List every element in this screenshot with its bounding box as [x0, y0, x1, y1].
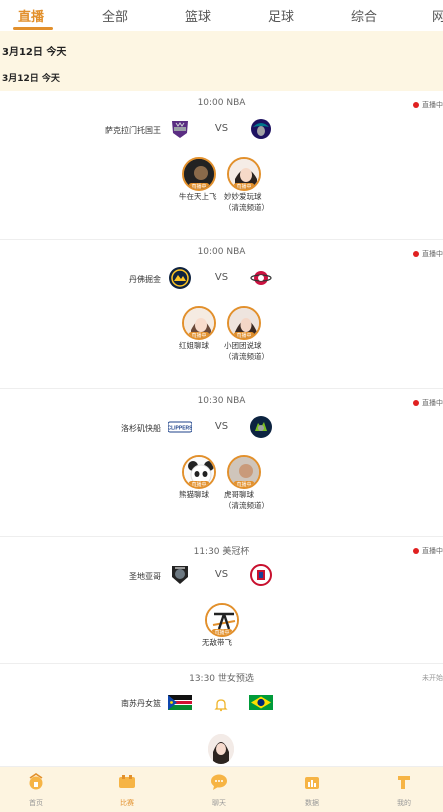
live-dot-icon — [413, 102, 419, 108]
match-status: 直播中 — [413, 398, 443, 408]
match-card[interactable]: 10:00 NBA 直播中 丹佛掘金 VS 直播中 红姐聊球 直播中 小团团说球… — [0, 240, 443, 389]
anchor-name: 妙妙爱玩球（清流频道） — [224, 192, 269, 212]
anchor-item[interactable]: 直播中 无敌带飞 — [200, 603, 244, 649]
tab-basketball[interactable]: 篮球 — [185, 6, 211, 25]
nav-home[interactable]: 首页 — [16, 773, 56, 808]
date-header: 3月12日 今天 3月12日 今天 — [0, 31, 443, 91]
match-card[interactable]: 10:30 NBA 直播中 洛杉矶快船 CLIPPERS VS 直播中 熊猫聊球 — [0, 389, 443, 537]
timberwolves-logo-icon — [250, 416, 272, 438]
match-card[interactable]: 10:00 NBA 直播中 萨克拉门托国王 VS 直播中 牛在天上飞 直播中 妙… — [0, 91, 443, 240]
anchor-list: 直播中 牛在天上飞 直播中 妙妙爱玩球（清流频道） — [0, 157, 443, 247]
bell-icon[interactable] — [214, 698, 228, 712]
anchor-avatar[interactable]: 直播中 — [227, 455, 261, 489]
anchor-name: 红姐聊球 — [179, 341, 209, 350]
anchor-avatar[interactable]: 直播中 — [182, 157, 216, 191]
bottom-nav: 首页 比赛 聊天 数据 我的 — [0, 766, 443, 812]
tab-tennis[interactable]: 网 — [432, 6, 443, 25]
match-status-label: 直播中 — [422, 250, 443, 258]
anchor-item[interactable]: 直播中 小团团说球（清流频道） — [222, 306, 269, 363]
active-tab-indicator — [13, 27, 53, 30]
live-dot-icon — [413, 548, 419, 554]
vs-label: VS — [214, 123, 229, 134]
app-root: 直播 全部 篮球 足球 综合 网 3月12日 今天 3月12日 今天 10:00… — [0, 0, 443, 812]
anchor-item[interactable]: 直播中 熊猫聊球 — [177, 455, 221, 501]
anchor-avatar[interactable] — [208, 734, 234, 764]
vs-label: VS — [214, 272, 229, 283]
match-time-league: 10:00 NBA — [197, 247, 246, 257]
anchor-list: 直播中 熊猫聊球 直播中 虎哥聊球（清流频道） — [0, 455, 443, 545]
anchor-name: 牛在天上飞 — [179, 192, 217, 201]
anchor-item[interactable]: 直播中 妙妙爱玩球（清流频道） — [222, 157, 269, 214]
match-status: 未开始 — [422, 673, 443, 683]
date-label-secondary: 3月12日 今天 — [2, 74, 60, 84]
anchor-name: 小团团说球（清流频道） — [224, 341, 269, 361]
vs-label: VS — [214, 421, 229, 432]
match-status: 直播中 — [413, 546, 443, 556]
live-dot-icon — [413, 251, 419, 257]
home-icon — [29, 773, 43, 790]
anchor-photo-icon — [208, 734, 234, 764]
anchor-name: 熊猫聊球 — [179, 490, 209, 499]
toluca-logo-icon — [250, 564, 272, 586]
anchor-item[interactable]: 直播中 虎哥聊球（清流频道） — [222, 455, 269, 512]
live-badge: 直播中 — [188, 183, 210, 189]
live-badge: 直播中 — [188, 332, 210, 338]
home-team-name: 南苏丹女篮 — [121, 699, 161, 708]
anchor-avatar[interactable]: 直播中 — [205, 603, 239, 637]
tab-all[interactable]: 全部 — [102, 6, 128, 25]
category-tabs: 直播 全部 篮球 足球 综合 网 — [0, 0, 443, 30]
live-badge: 直播中 — [188, 481, 210, 487]
anchor-list: 直播中 红姐聊球 直播中 小团团说球（清流频道） — [0, 306, 443, 396]
profile-icon — [398, 776, 410, 789]
match-status: 直播中 — [413, 100, 443, 110]
tab-football[interactable]: 足球 — [268, 6, 294, 25]
anchor-item[interactable]: 直播中 红姐聊球 — [177, 306, 221, 352]
match-card[interactable]: 13:30 世女预选 未开始 南苏丹女篮 — [0, 664, 443, 766]
match-time-league: 10:00 NBA — [197, 98, 246, 108]
nav-label: 我的 — [397, 799, 411, 807]
tab-live[interactable]: 直播 — [18, 6, 44, 25]
live-badge: 直播中 — [233, 332, 255, 338]
anchor-avatar[interactable]: 直播中 — [182, 306, 216, 340]
anchor-item[interactable]: 直播中 牛在天上飞 — [177, 157, 221, 203]
match-status: 直播中 — [413, 249, 443, 259]
brazil-flag-icon — [249, 695, 273, 710]
match-time-league: 11:30 美冠杯 — [193, 547, 250, 557]
anchor-name: 无敌带飞 — [202, 638, 232, 647]
live-badge: 直播中 — [211, 629, 233, 635]
match-status-label: 直播中 — [422, 547, 443, 555]
nav-label: 首页 — [29, 799, 43, 807]
nav-chat[interactable]: 聊天 — [199, 773, 239, 808]
nav-match[interactable]: 比赛 — [107, 773, 147, 808]
nav-data[interactable]: 数据 — [292, 773, 332, 808]
live-badge: 直播中 — [233, 481, 255, 487]
chat-icon — [211, 774, 227, 790]
anchor-avatar[interactable]: 直播中 — [227, 157, 261, 191]
anchor-avatar[interactable]: 直播中 — [227, 306, 261, 340]
match-card[interactable]: 11:30 美冠杯 直播中 圣地亚哥 VS 直播中 无敌带飞 — [0, 537, 443, 664]
date-label-primary: 3月12日 今天 — [2, 47, 67, 58]
match-status-label: 直播中 — [422, 399, 443, 407]
anchor-name: 虎哥聊球（清流频道） — [224, 490, 269, 510]
live-badge: 直播中 — [233, 183, 255, 189]
match-icon — [119, 775, 135, 788]
nav-profile[interactable]: 我的 — [384, 773, 424, 808]
match-time-league: 13:30 世女预选 — [189, 674, 254, 684]
tab-comprehensive[interactable]: 综合 — [351, 6, 377, 25]
nav-label: 比赛 — [120, 799, 134, 807]
match-status-label: 未开始 — [422, 674, 443, 682]
data-icon — [305, 777, 319, 789]
match-time-league: 10:30 NBA — [197, 396, 246, 406]
nav-label: 聊天 — [212, 799, 226, 807]
rockets-logo-icon — [250, 271, 272, 285]
hornets-logo-icon — [251, 119, 271, 139]
nav-label: 数据 — [305, 799, 319, 807]
live-dot-icon — [413, 400, 419, 406]
vs-label: VS — [214, 569, 229, 580]
south-sudan-flag-icon — [168, 695, 192, 710]
anchor-avatar[interactable]: 直播中 — [182, 455, 216, 489]
match-status-label: 直播中 — [422, 101, 443, 109]
